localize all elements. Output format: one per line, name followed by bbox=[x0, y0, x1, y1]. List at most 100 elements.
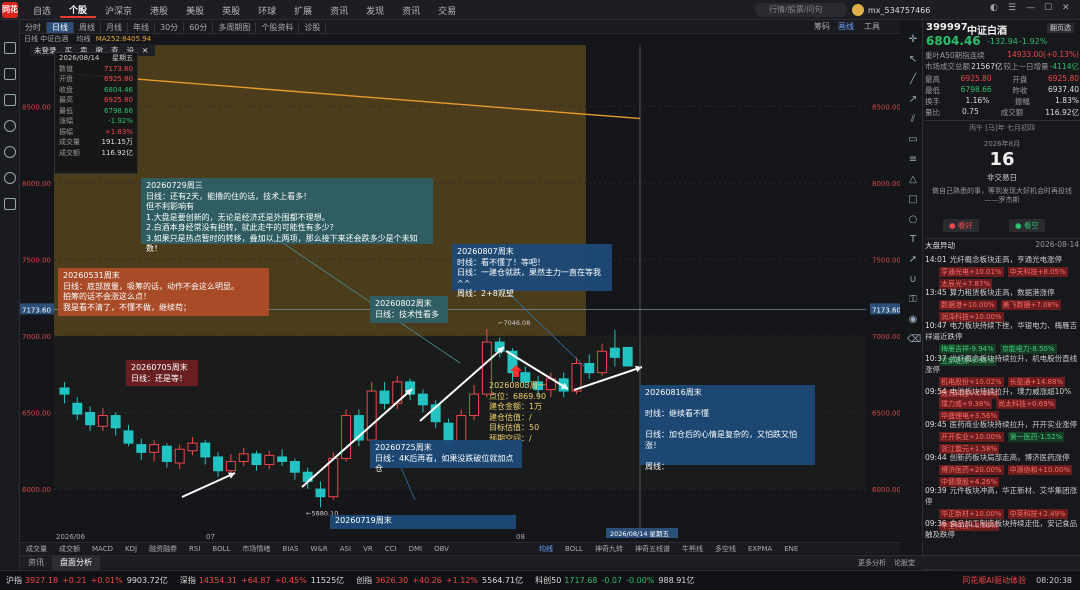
note-20260729[interactable]: 20260729周三 日线：还有2天，能撸的住的话，技术上看多！ 但不利影响有 … bbox=[141, 178, 433, 253]
news-item[interactable]: 09:44 创新药板块局部走高，博济医药涨停 博济医药+20.00% 中源协和+10.… bbox=[925, 452, 1079, 487]
indicator-tab[interactable]: W&R bbox=[305, 545, 334, 553]
lock-icon[interactable]: ⚿ bbox=[907, 294, 919, 306]
note-20260807[interactable]: 20260807周末 时线：看不懂了！等吧！ 日线：一建仓就跌，果然主力一直在等… bbox=[452, 244, 612, 298]
tab-analysis[interactable]: 盘面分析 bbox=[52, 556, 100, 570]
tools-button[interactable]: 工具 bbox=[864, 21, 880, 32]
stock-tag[interactable]: 第一医药-1.52% bbox=[1007, 432, 1065, 442]
discover-icon[interactable] bbox=[4, 172, 16, 184]
overlay-tab[interactable]: 神奇九转 bbox=[589, 544, 629, 554]
top-nav-item[interactable]: 交易 bbox=[429, 4, 465, 17]
skin-icon[interactable]: ◐ bbox=[990, 3, 998, 13]
indicator-tab[interactable]: BOLL bbox=[206, 545, 236, 553]
top-nav-item[interactable]: 英股 bbox=[213, 4, 249, 17]
indicator-tab[interactable]: 市场情绪 bbox=[236, 544, 276, 554]
note-20260719[interactable]: 20260719周末 bbox=[330, 515, 516, 529]
top-nav-item[interactable]: 扩展 bbox=[285, 4, 321, 17]
forum-button[interactable]: 论股堂 bbox=[886, 556, 923, 570]
top-nav-item[interactable]: 发现 bbox=[357, 4, 393, 17]
segment-icon[interactable]: ╱ bbox=[907, 74, 919, 86]
fib-icon[interactable]: ≡ bbox=[907, 154, 919, 166]
indicator-tab[interactable]: BIAS bbox=[276, 545, 304, 553]
indicator-tab[interactable]: VR bbox=[357, 545, 379, 553]
stock-tag[interactable]: 美飞数据+7.08% bbox=[1000, 300, 1061, 310]
indicator-tab[interactable]: KDJ bbox=[119, 545, 143, 553]
stock-tag[interactable]: 博济医药+20.00% bbox=[939, 465, 1004, 475]
news-item[interactable]: 09:36 食品加工制造板块持续走低，安记食品触及跌停 bbox=[925, 518, 1079, 540]
indicator-tab[interactable]: 成交量 bbox=[20, 544, 53, 554]
order-bar-item[interactable]: ✕ bbox=[138, 46, 152, 55]
triangle-icon[interactable]: △ bbox=[907, 174, 919, 186]
stock-tag[interactable]: 尚太科技+0.69% bbox=[996, 399, 1057, 409]
menu-icon[interactable]: ☰ bbox=[1008, 3, 1016, 13]
eye-icon[interactable]: ◉ bbox=[907, 314, 919, 326]
stock-tag[interactable]: 中源协和+10.00% bbox=[1007, 465, 1073, 475]
overlay-tab[interactable]: 神奇五线谱 bbox=[629, 544, 676, 554]
ticker-item[interactable]: 沪指 3927.18 +0.21 +0.01% 9903.72亿 bbox=[6, 575, 168, 586]
stock-tag[interactable]: 开开实业+10.00% bbox=[939, 432, 1004, 442]
delete-icon[interactable]: ⌫ bbox=[907, 334, 921, 346]
favorites-icon[interactable] bbox=[4, 42, 16, 54]
magnet-icon[interactable]: ∪ bbox=[907, 274, 919, 286]
top-nav-item[interactable]: 资讯 bbox=[393, 4, 429, 17]
indicator-tab[interactable]: MACD bbox=[86, 545, 119, 553]
circle-icon[interactable]: ○ bbox=[907, 214, 919, 226]
period-tab[interactable]: 周线 bbox=[74, 21, 101, 33]
period-tab[interactable]: 个股资料 bbox=[256, 21, 300, 33]
top-nav-item[interactable]: 自选 bbox=[24, 4, 60, 17]
news-item[interactable]: 14:01 光纤概念板块走高，亨通光电涨停 亨通光电+10.01% 中天科技+8.05… bbox=[925, 254, 1079, 289]
note-20260802[interactable]: 20260802周末 日线：技术性看多 bbox=[370, 296, 448, 323]
cross-cursor-icon[interactable]: ✛ bbox=[907, 34, 919, 46]
top-nav-item[interactable]: 环球 bbox=[249, 4, 285, 17]
ticker-item[interactable]: 深指 14354.31 +64.87 +0.45% 11525亿 bbox=[180, 575, 344, 586]
switch-button[interactable]: 翻页选 bbox=[1047, 23, 1074, 33]
period-tab[interactable]: 年线 bbox=[128, 21, 155, 33]
overlay-tab[interactable]: 均线 bbox=[533, 544, 559, 554]
news-item[interactable]: 13:45 算力租赁板块走高，数据港涨停 数据港+10.00% 美飞数据+7.08% 润… bbox=[925, 287, 1079, 322]
note-20260531[interactable]: 20260531周末 日线：底部放量，吸筹的话，动作不会这么明显。 拍筹的话不会… bbox=[58, 268, 269, 316]
bullish-button[interactable]: ● 看好 bbox=[943, 219, 979, 232]
top-nav-item[interactable]: 港股 bbox=[141, 4, 177, 17]
arrow-icon[interactable]: ➚ bbox=[907, 254, 919, 266]
rect-icon[interactable]: □ bbox=[907, 194, 919, 206]
bearish-button[interactable]: ● 看空 bbox=[1009, 219, 1045, 232]
note-20260725[interactable]: 20260725周末 日线：4K后再看，如果没跌破位就加点仓 bbox=[370, 440, 522, 473]
indicator-tab[interactable]: ASI bbox=[334, 545, 357, 553]
stock-tag[interactable]: 璞力威+9.38% bbox=[939, 399, 993, 409]
radar-icon[interactable] bbox=[4, 120, 16, 132]
period-tab[interactable]: 60分 bbox=[184, 21, 214, 33]
draw-line-button[interactable]: 画线 bbox=[838, 21, 854, 32]
stock-tag[interactable]: 亨通光电+10.01% bbox=[939, 267, 1004, 277]
overlay-tab[interactable]: ENE bbox=[778, 545, 804, 553]
top-nav-item[interactable]: 个股 bbox=[60, 3, 97, 18]
period-tab[interactable]: 多周期图 bbox=[213, 21, 257, 33]
indicator-tab[interactable]: 成交额 bbox=[53, 544, 86, 554]
ray-icon[interactable]: ↗ bbox=[907, 94, 919, 106]
channel-icon[interactable]: ▭ bbox=[907, 134, 919, 146]
overlay-tab[interactable]: EXPMA bbox=[742, 545, 778, 553]
pointer-icon[interactable]: ↖ bbox=[907, 54, 919, 66]
parallel-icon[interactable]: ⫽ bbox=[907, 114, 919, 126]
top-nav-item[interactable]: 资讯 bbox=[321, 4, 357, 17]
period-tab[interactable]: 月线 bbox=[101, 21, 128, 33]
period-tab[interactable]: 分时 bbox=[20, 21, 47, 33]
overlay-tab[interactable]: 多空线 bbox=[709, 544, 742, 554]
note-20260816[interactable]: 20260816周末 时线：继续看不懂 日线：加仓后的心情是复杂的，又怕跌又怕涨… bbox=[640, 385, 815, 471]
news-icon[interactable] bbox=[4, 94, 16, 106]
stock-tag[interactable]: 数据港+10.00% bbox=[939, 300, 997, 310]
period-tab[interactable]: 日线 bbox=[47, 21, 74, 33]
note-20260803[interactable]: 20260803周一 点位：6869.90 建仓金额：1万 建仓估值：/ 目标估… bbox=[489, 381, 551, 447]
indicator-tab[interactable]: OBV bbox=[428, 545, 455, 553]
chat-icon[interactable] bbox=[4, 146, 16, 158]
period-tab[interactable]: 30分 bbox=[155, 21, 185, 33]
indicator-tab[interactable]: 融资融券 bbox=[143, 544, 183, 554]
stock-tag[interactable]: 中天科技+8.05% bbox=[1007, 267, 1068, 277]
news-item[interactable]: 09:45 医药商业板块持续拉升，开开实业涨停 开开实业+10.00% 第一医药-1.… bbox=[925, 419, 1079, 454]
tab-news[interactable]: 资讯 bbox=[20, 556, 52, 570]
ticker-item[interactable]: 创指 3626.30 +40.26 +1.12% 5564.71亿 bbox=[356, 575, 523, 586]
maximize-icon[interactable]: ☐ bbox=[1044, 3, 1052, 13]
indicator-tab[interactable]: DMI bbox=[403, 545, 429, 553]
text-icon[interactable]: T bbox=[907, 234, 919, 246]
close-icon[interactable]: ✕ bbox=[1062, 3, 1070, 13]
chip-button[interactable]: 筹码 bbox=[814, 21, 830, 32]
market-icon[interactable] bbox=[4, 68, 16, 80]
